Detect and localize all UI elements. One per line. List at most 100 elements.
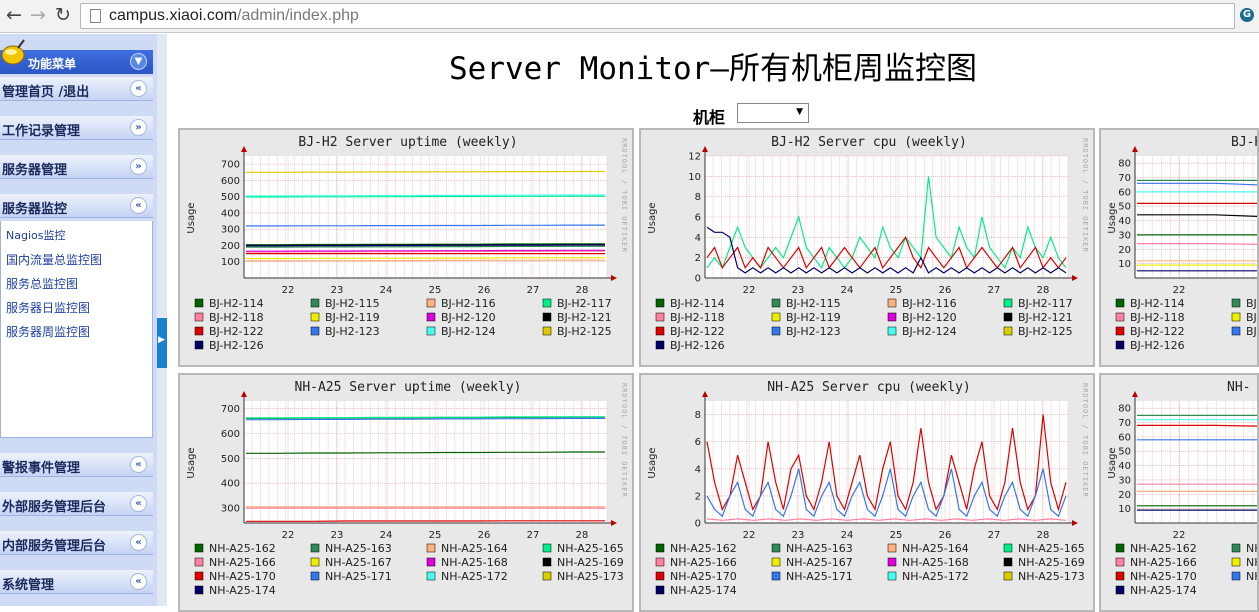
legend-swatch bbox=[1003, 543, 1013, 553]
legend-label: NH-A25-173 bbox=[1018, 570, 1085, 583]
legend-label: BJ-H2-126 bbox=[1130, 339, 1185, 352]
legend-label: NH-A25-174 bbox=[670, 584, 737, 597]
legend-swatch bbox=[887, 298, 897, 308]
x-tick-label: 28 bbox=[576, 530, 589, 541]
legend-swatch bbox=[1231, 312, 1241, 322]
menu-work-log[interactable]: 工作记录管理 » bbox=[0, 116, 153, 140]
x-tick-label: 23 bbox=[331, 530, 344, 541]
legend-swatch bbox=[1115, 340, 1125, 350]
legend-label: BJ-H2-114 bbox=[209, 297, 264, 310]
chevron-down-icon[interactable]: » bbox=[130, 158, 147, 175]
chevron-up-icon[interactable]: « bbox=[130, 534, 147, 551]
legend-label: BJ-H2-125 bbox=[557, 325, 612, 338]
menu-header-label: 功能菜单 bbox=[28, 57, 77, 71]
y-tick-label: 4 bbox=[695, 464, 701, 475]
legend-swatch bbox=[310, 543, 320, 553]
legend-label: BJ-H2-126 bbox=[670, 339, 725, 352]
rack-select[interactable]: ▼ bbox=[737, 103, 809, 123]
chart-panel-bj-h2-cpu: BJ-H2 Server cpu (weekly) RRDTOOL / TOBI … bbox=[639, 128, 1095, 367]
menu-internal-service-label: 内部服务管理后台 bbox=[2, 539, 107, 554]
submenu-server-daily[interactable]: 服务器日监控图 bbox=[6, 299, 90, 316]
legend-label: BJ-H2-126 bbox=[209, 339, 264, 352]
legend-label: BJ-H2-125 bbox=[1018, 325, 1073, 338]
chevron-down-icon[interactable]: » bbox=[130, 119, 147, 136]
chart-watermark: RRDTOOL / TOBI OETIKER bbox=[620, 383, 628, 498]
menu-home-logout[interactable]: 管理首页 /退出 « bbox=[0, 77, 153, 101]
menu-internal-service[interactable]: 内部服务管理后台 « bbox=[0, 531, 153, 555]
x-tick-label: 28 bbox=[1037, 530, 1050, 541]
legend-label: BJ-H2-119 bbox=[325, 311, 380, 324]
legend-label: NH-A25-163 bbox=[325, 542, 392, 555]
legend-swatch bbox=[887, 557, 897, 567]
menu-system[interactable]: 系统管理 « bbox=[0, 570, 153, 594]
submenu-service-overview[interactable]: 服务总监控图 bbox=[6, 275, 78, 292]
x-tick-label: 26 bbox=[478, 530, 491, 541]
y-tick-label: 6 bbox=[695, 213, 701, 224]
chart-panel-nh-a25-uptime: NH-A25 Server uptime (weekly) RRDTOOL / T… bbox=[178, 373, 634, 612]
chevron-down-icon[interactable]: ▼ bbox=[130, 53, 147, 70]
forward-icon[interactable]: → bbox=[30, 4, 46, 26]
chevron-up-icon[interactable]: « bbox=[130, 495, 147, 512]
legend-swatch bbox=[194, 585, 204, 595]
legend-swatch bbox=[1231, 557, 1241, 567]
menu-alarm-events[interactable]: 警报事件管理 « bbox=[0, 453, 153, 477]
y-axis-arrow bbox=[241, 391, 247, 397]
legend-label: BJ-H2-123 bbox=[1246, 325, 1259, 338]
chevron-up-icon[interactable]: « bbox=[130, 573, 147, 590]
legend-label: BJ-H2-115 bbox=[1246, 297, 1259, 310]
legend-label: NH-A25-167 bbox=[325, 556, 392, 569]
legend-swatch bbox=[1115, 571, 1125, 581]
y-axis-arrow bbox=[1132, 146, 1138, 152]
legend-swatch bbox=[542, 543, 552, 553]
legend-swatch bbox=[887, 326, 897, 336]
x-tick-label: 26 bbox=[939, 285, 952, 296]
chevron-up-icon[interactable]: « bbox=[130, 456, 147, 473]
x-tick-label: 23 bbox=[792, 285, 805, 296]
y-tick-label: 50 bbox=[1118, 447, 1131, 458]
sidebar-collapse-toggle[interactable]: ▶ bbox=[157, 318, 167, 368]
legend-label: NH-A25-165 bbox=[557, 542, 624, 555]
legend-swatch bbox=[310, 312, 320, 322]
chart-bj-h2-cpu: BJ-H2 Server cpu (weekly) RRDTOOL / TOBI … bbox=[647, 135, 1089, 352]
y-tick-label: 60 bbox=[1118, 432, 1131, 443]
legend-label: BJ-H2-122 bbox=[670, 325, 725, 338]
y-tick-label: 40 bbox=[1118, 216, 1131, 227]
x-tick-label: 24 bbox=[841, 530, 854, 541]
chevron-up-icon[interactable]: « bbox=[130, 197, 147, 214]
submenu-server-weekly[interactable]: 服务器周监控图 bbox=[6, 323, 90, 340]
y-tick-label: 8 bbox=[695, 410, 701, 421]
submenu-nagios[interactable]: Nagios监控 bbox=[6, 227, 65, 243]
submenu-domestic-traffic[interactable]: 国内流量总监控图 bbox=[6, 251, 102, 268]
extension-icon[interactable]: G bbox=[1240, 8, 1254, 22]
chart-panel-nh-a25-third: NH-RRDTOOL / TOBI OETIKER102030405060708… bbox=[1099, 373, 1259, 612]
menu-server-monitor[interactable]: 服务器监控 « bbox=[0, 194, 153, 218]
chart-title: NH- bbox=[1227, 380, 1250, 395]
legend-swatch bbox=[310, 326, 320, 336]
x-tick-label: 22 bbox=[743, 530, 756, 541]
legend-swatch bbox=[655, 340, 665, 350]
y-tick-label: 2 bbox=[695, 491, 701, 502]
address-bar[interactable]: campus.xiaoi.com/admin/index.php bbox=[80, 3, 1235, 29]
legend-label: NH-A25-166 bbox=[670, 556, 737, 569]
legend-swatch bbox=[1115, 298, 1125, 308]
reload-icon[interactable]: ↻ bbox=[55, 4, 71, 26]
legend-label: NH-A25-164 bbox=[441, 542, 508, 555]
chevron-left-icon[interactable]: « bbox=[130, 80, 147, 97]
chart-nh-a25-cpu: NH-A25 Server cpu (weekly) RRDTOOL / TOBI… bbox=[647, 380, 1089, 597]
x-tick-label: 24 bbox=[841, 285, 854, 296]
legend-label: BJ-H2-120 bbox=[441, 311, 496, 324]
back-icon[interactable]: ← bbox=[6, 4, 22, 26]
series-line bbox=[706, 518, 1067, 521]
x-tick-label: 25 bbox=[890, 285, 903, 296]
plot-area bbox=[705, 401, 1068, 523]
legend-label: BJ-H2-119 bbox=[1246, 311, 1259, 324]
menu-alarm-events-label: 警报事件管理 bbox=[2, 461, 81, 476]
menu-server-manage[interactable]: 服务器管理 » bbox=[0, 155, 153, 179]
menu-external-service-label: 外部服务管理后台 bbox=[2, 500, 107, 515]
y-tick-label: 30 bbox=[1118, 475, 1131, 486]
x-tick-label: 22 bbox=[282, 530, 295, 541]
url-path: /admin/index.php bbox=[237, 7, 359, 24]
legend-swatch bbox=[655, 557, 665, 567]
chart-title: BJ-H2 Server cpu (weekly) bbox=[771, 135, 967, 150]
menu-external-service[interactable]: 外部服务管理后台 « bbox=[0, 492, 153, 516]
